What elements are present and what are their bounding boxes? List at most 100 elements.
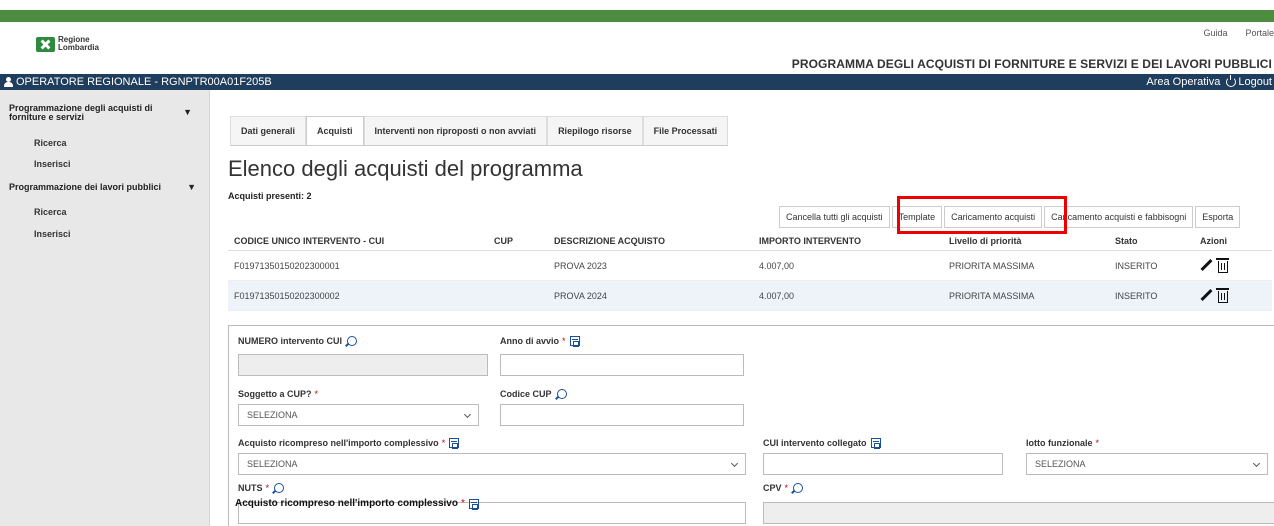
- edit-pencil-icon[interactable]: [1200, 259, 1212, 271]
- acquisto-ricompreso-select[interactable]: SELEZIONA: [238, 453, 746, 475]
- required-mark: *: [562, 336, 566, 346]
- power-icon: [1226, 75, 1237, 87]
- cui-collegato-input[interactable]: [763, 453, 1003, 475]
- delete-trash-icon[interactable]: [1216, 287, 1229, 303]
- tab-dati-generali[interactable]: Dati generali: [230, 116, 307, 145]
- label-text: Anno di avvio: [500, 336, 560, 346]
- table-row[interactable]: F01971350150202300001 PROVA 2023 4.007,0…: [228, 251, 1272, 281]
- search-icon[interactable]: [556, 389, 567, 399]
- area-operativa-link[interactable]: Area Operativa: [1146, 76, 1220, 88]
- calendar-icon[interactable]: [569, 336, 580, 347]
- sidebar-section-acquisti[interactable]: Programmazione degli acquisti di fornitu…: [0, 103, 192, 122]
- top-green-bar: [0, 10, 1274, 22]
- cell-importo: 4.007,00: [759, 290, 795, 301]
- label-text: CPV: [763, 483, 782, 493]
- label-text: NUMERO intervento CUI: [238, 336, 343, 346]
- caret-down-icon: ▼: [183, 107, 192, 117]
- label-text: NUTS: [238, 483, 263, 493]
- cell-importo: 4.007,00: [759, 260, 795, 271]
- cell-cui: F01971350150202300002: [234, 290, 340, 301]
- regione-lombardia-logo[interactable]: Regione Lombardia: [36, 36, 99, 52]
- codice-cup-label: Codice CUP: [500, 389, 567, 399]
- acquisto-ricompreso-overlay-label: Acquisto ricompreso nell'importo comples…: [235, 498, 479, 510]
- col-cui: CODICE UNICO INTERVENTO - CUI: [234, 235, 385, 246]
- cell-azioni: [1200, 257, 1270, 273]
- page-title: Elenco degli acquisti del programma: [228, 156, 583, 181]
- logo-text: Regione Lombardia: [58, 35, 99, 52]
- required-mark: *: [784, 483, 789, 493]
- sidebar-section-lavori[interactable]: Programmazione dei lavori pubblici ▼: [0, 182, 200, 192]
- tab-riepilogo-risorse[interactable]: Riepilogo risorse: [547, 116, 643, 145]
- col-stato: Stato: [1115, 235, 1138, 246]
- sidebar-item-inserisci-lavori[interactable]: Inserisci: [0, 229, 71, 239]
- edit-pencil-icon[interactable]: [1200, 289, 1212, 301]
- required-mark: *: [1095, 438, 1100, 448]
- cell-cui: F01971350150202300001: [234, 260, 340, 271]
- soggetto-cup-label: Soggetto a CUP? *: [238, 389, 318, 399]
- required-mark: *: [460, 498, 465, 509]
- sidebar-item-ricerca-lavori[interactable]: Ricerca: [0, 207, 67, 217]
- label-text: lotto funzionale: [1026, 438, 1093, 448]
- codice-cup-input[interactable]: [500, 404, 744, 426]
- label-text: Acquisto ricompreso nell'importo comples…: [235, 498, 458, 509]
- label-text: CUI intervento collegato: [763, 438, 867, 448]
- lombardia-logo-icon: [36, 36, 55, 52]
- tab-interventi-non-riproposti[interactable]: Interventi non riproposti o non avviati: [363, 116, 548, 145]
- user-icon: [4, 77, 13, 87]
- search-icon[interactable]: [274, 483, 285, 493]
- anno-avvio-label: Anno di avvio *: [500, 336, 580, 347]
- tab-file-processati[interactable]: File Processati: [642, 116, 729, 145]
- tabs: Dati generali Acquisti Interventi non ri…: [230, 116, 729, 146]
- select-value: SELEZIONA: [247, 459, 298, 469]
- cpv-input[interactable]: [763, 502, 1274, 524]
- delete-trash-icon[interactable]: [1216, 257, 1229, 273]
- top-links: Guida Portale: [1203, 28, 1274, 38]
- required-mark: *: [441, 438, 446, 448]
- sidebar-section-label: Programmazione degli acquisti di fornitu…: [9, 103, 153, 122]
- search-icon[interactable]: [793, 483, 804, 493]
- search-icon[interactable]: [347, 336, 358, 346]
- cui-collegato-label: CUI intervento collegato: [763, 438, 881, 449]
- anno-avvio-input[interactable]: [500, 354, 744, 376]
- cancella-tutti-button[interactable]: Cancella tutti gli acquisti: [779, 206, 890, 228]
- col-priorita: Livello di priorità: [949, 235, 1022, 246]
- acquisti-count: Acquisti presenti: 2: [228, 191, 312, 201]
- acquisto-form: NUMERO intervento CUI Anno di avvio * So…: [228, 325, 1274, 526]
- sidebar: Programmazione degli acquisti di fornitu…: [0, 90, 210, 526]
- soggetto-cup-select[interactable]: SELEZIONA: [238, 404, 479, 426]
- select-value: SELEZIONA: [1035, 459, 1086, 469]
- guida-link[interactable]: Guida: [1203, 28, 1227, 38]
- lotto-funzionale-label: lotto funzionale *: [1026, 438, 1099, 448]
- cell-descrizione: PROVA 2023: [554, 260, 607, 271]
- calendar-icon[interactable]: [449, 438, 460, 449]
- acquisto-ricompreso-label: Acquisto ricompreso nell'importo comples…: [238, 438, 460, 449]
- highlight-box: [897, 196, 1067, 234]
- esporta-button[interactable]: Esporta: [1195, 206, 1241, 228]
- calendar-icon[interactable]: [468, 498, 479, 510]
- col-importo: IMPORTO INTERVENTO: [759, 235, 862, 246]
- required-mark: *: [265, 483, 270, 493]
- lotto-funzionale-select[interactable]: SELEZIONA: [1026, 453, 1268, 475]
- sidebar-item-inserisci-acquisti[interactable]: Inserisci: [0, 159, 71, 169]
- tab-acquisti[interactable]: Acquisti: [306, 116, 364, 145]
- numero-cui-input[interactable]: [238, 354, 488, 376]
- label-text: Soggetto a CUP?: [238, 389, 312, 399]
- cell-descrizione: PROVA 2024: [554, 290, 607, 301]
- logout-label: Logout: [1238, 76, 1272, 88]
- program-title: PROGRAMMA DEGLI ACQUISTI DI FORNITURE E …: [791, 57, 1272, 71]
- portale-link[interactable]: Portale: [1245, 28, 1274, 38]
- col-descrizione: DESCRIZIONE ACQUISTO: [554, 235, 666, 246]
- table-row[interactable]: F01971350150202300002 PROVA 2024 4.007,0…: [228, 281, 1272, 311]
- col-azioni: Azioni: [1200, 235, 1227, 246]
- cell-stato: INSERITO: [1115, 260, 1158, 271]
- required-mark: *: [314, 389, 319, 399]
- user-label: OPERATORE REGIONALE - RGNPTR00A01F205B: [16, 76, 272, 88]
- cell-azioni: [1200, 287, 1270, 303]
- user-bar: OPERATORE REGIONALE - RGNPTR00A01F205B A…: [0, 74, 1274, 90]
- cell-priorita: PRIORITA MASSIMA: [949, 260, 1035, 271]
- calendar-icon[interactable]: [870, 438, 881, 449]
- logout-link[interactable]: Logout: [1226, 75, 1272, 88]
- label-text: Codice CUP: [500, 389, 552, 399]
- sidebar-item-ricerca-acquisti[interactable]: Ricerca: [0, 138, 67, 148]
- label-text: Acquisto ricompreso nell'importo comples…: [238, 438, 439, 448]
